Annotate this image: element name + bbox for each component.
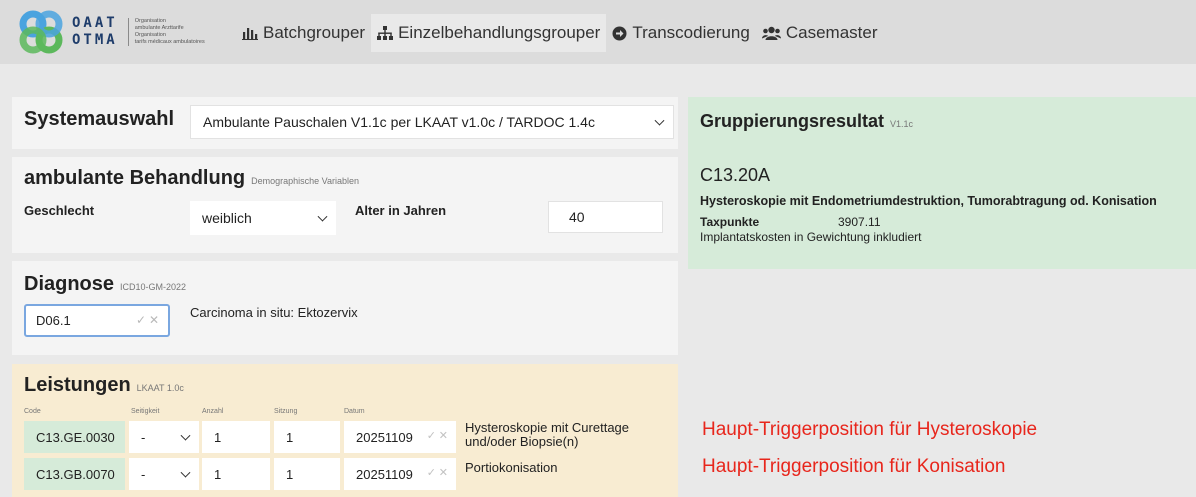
col-header-anzahl: Anzahl bbox=[202, 408, 224, 415]
row2-date-input[interactable]: 20251109 ✓ ✕ bbox=[344, 458, 456, 490]
result-title: Gruppierungsresultat bbox=[700, 111, 885, 131]
system-panel: Systemauswahl Ambulante Pauschalen V1.1c… bbox=[12, 97, 678, 149]
chevron-down-icon bbox=[317, 211, 328, 222]
chevron-down-icon bbox=[180, 430, 191, 441]
col-header-code: Code bbox=[24, 408, 41, 415]
chevron-down-icon bbox=[180, 467, 191, 478]
brand-sub-line: ambulante Arzttarife bbox=[134, 25, 184, 31]
result-description: Hysteroskopie mit Endometriumdestruktion… bbox=[700, 194, 1157, 208]
row1-date-value: 20251109 bbox=[356, 429, 413, 445]
result-code: C13.20A bbox=[700, 165, 771, 185]
behandlung-panel: ambulante Behandlung Demographische Varia… bbox=[12, 157, 678, 253]
age-input-value: 40 bbox=[569, 209, 585, 225]
behandlung-title: ambulante Behandlung bbox=[24, 167, 246, 189]
row2-code-input[interactable]: C13.GB.0070 bbox=[24, 458, 125, 490]
top-navbar: OAAT OTMA Organisation ambulante Arzttar… bbox=[0, 0, 1196, 64]
row2-description: Portiokonisation bbox=[465, 460, 558, 475]
diagnose-heading: Diagnose ICD10-GM-2022 bbox=[24, 273, 186, 296]
system-title: Systemauswahl bbox=[24, 108, 175, 130]
brand-line1: OAAT bbox=[72, 15, 118, 31]
clear-icon[interactable]: ✕ bbox=[149, 313, 159, 327]
sitemap-icon bbox=[377, 25, 394, 41]
diagnose-code-value: D06.1 bbox=[36, 313, 71, 328]
row1-description: Hysteroskopie mit Curettage und/oder Bio… bbox=[465, 420, 630, 449]
annotation-konisation: Haupt-Triggerposition für Konisation bbox=[702, 456, 1006, 477]
row2-date-value: 20251109 bbox=[356, 466, 413, 482]
col-header-sitzung: Sitzung bbox=[274, 408, 298, 415]
clear-icon[interactable]: ✕ bbox=[439, 429, 448, 442]
clear-icon[interactable]: ✕ bbox=[439, 466, 448, 479]
result-panel: Gruppierungsresultat V1.1c C13.20A Hyster… bbox=[688, 97, 1196, 269]
age-input[interactable]: 40 bbox=[548, 201, 663, 233]
brand-sub-line: Organisation bbox=[134, 32, 166, 38]
brand-wordmark: OAAT OTMA bbox=[72, 15, 118, 49]
row2-side-select[interactable]: - bbox=[129, 458, 199, 490]
leistungen-heading: Leistungen LKAAT 1.0c bbox=[24, 374, 184, 397]
result-note: Implantatskosten in Gewichtung inkludier… bbox=[700, 230, 922, 244]
brand-subtitle: Organisation ambulante Arzttarife Organi… bbox=[127, 18, 224, 46]
nav-label: Casemaster bbox=[785, 23, 878, 42]
age-label: Alter in Jahren bbox=[355, 203, 447, 218]
logo-mark-icon bbox=[18, 10, 64, 54]
row2-count-input[interactable]: 1 bbox=[202, 458, 270, 490]
system-select-value: Ambulante Pauschalen V1.1c per LKAAT v1.… bbox=[203, 114, 595, 130]
diagnose-code-input[interactable]: D06.1 ✓ ✕ bbox=[24, 304, 170, 337]
check-icon[interactable]: ✓ bbox=[427, 429, 436, 442]
sex-select-value: weiblich bbox=[202, 210, 252, 226]
bar-chart-icon bbox=[242, 26, 258, 40]
tax-value: 3907.11 bbox=[838, 215, 881, 229]
row2-side-value: - bbox=[141, 466, 146, 482]
col-header-seitigkeit: Seitigkeit bbox=[131, 408, 160, 415]
leistungen-panel: Leistungen LKAAT 1.0c Code Seitigkeit Anz… bbox=[12, 364, 678, 497]
leistungen-subtitle: LKAAT 1.0c bbox=[136, 383, 184, 393]
row1-code-input[interactable]: C13.GE.0030 bbox=[24, 421, 125, 453]
brand-logo[interactable]: OAAT OTMA Organisation ambulante Arzttar… bbox=[18, 10, 224, 54]
nav-einzelbehandlungsgrouper[interactable]: Einzelbehandlungsgrouper bbox=[371, 14, 607, 52]
row1-side-value: - bbox=[141, 429, 146, 445]
brand-line2: OTMA bbox=[72, 32, 118, 48]
diagnose-text: Carcinoma in situ: Ektozervix bbox=[190, 305, 358, 320]
nav-label: Transcodierung bbox=[632, 23, 750, 42]
arrow-circle-icon bbox=[612, 26, 627, 41]
annotation-hysteroskopie: Haupt-Triggerposition für Hysteroskopie bbox=[702, 419, 1038, 440]
chevron-down-icon bbox=[654, 115, 665, 126]
sex-label: Geschlecht bbox=[24, 203, 95, 218]
nav-label: Batchgrouper bbox=[263, 23, 366, 42]
nav-transcodierung[interactable]: Transcodierung bbox=[606, 14, 756, 52]
leistungen-title: Leistungen bbox=[24, 374, 131, 396]
brand-sub-line: tarifs médicaux ambulatoires bbox=[134, 39, 205, 45]
row1-count-input[interactable]: 1 bbox=[202, 421, 270, 453]
result-heading: Gruppierungsresultat V1.1c bbox=[700, 111, 913, 132]
main-nav: Batchgrouper Einzelbehandlungsgrouper Tr… bbox=[236, 14, 883, 52]
row1-session-input[interactable]: 1 bbox=[274, 421, 340, 453]
tax-label: Taxpunkte bbox=[700, 215, 760, 229]
nav-label: Einzelbehandlungsgrouper bbox=[398, 23, 601, 42]
row1-date-input[interactable]: 20251109 ✓ ✕ bbox=[344, 421, 456, 453]
row1-side-select[interactable]: - bbox=[129, 421, 199, 453]
users-icon bbox=[761, 26, 781, 41]
nav-casemaster[interactable]: Casemaster bbox=[756, 14, 884, 52]
sex-select[interactable]: weiblich bbox=[190, 201, 336, 235]
nav-batchgrouper[interactable]: Batchgrouper bbox=[236, 14, 371, 52]
system-select[interactable]: Ambulante Pauschalen V1.1c per LKAAT v1.… bbox=[190, 105, 674, 139]
diagnose-title: Diagnose bbox=[24, 273, 115, 295]
check-icon[interactable]: ✓ bbox=[427, 466, 436, 479]
result-version: V1.1c bbox=[890, 119, 914, 129]
col-header-datum: Datum bbox=[344, 408, 365, 415]
row2-session-input[interactable]: 1 bbox=[274, 458, 340, 490]
behandlung-heading: ambulante Behandlung Demographische Varia… bbox=[24, 167, 359, 190]
diagnose-panel: Diagnose ICD10-GM-2022 D06.1 ✓ ✕ Carcinom… bbox=[12, 261, 678, 355]
brand-sub-line: Organisation bbox=[134, 18, 166, 24]
check-icon[interactable]: ✓ bbox=[136, 313, 146, 327]
behandlung-subtitle: Demographische Variablen bbox=[251, 176, 360, 186]
diagnose-subtitle: ICD10-GM-2022 bbox=[120, 282, 187, 292]
